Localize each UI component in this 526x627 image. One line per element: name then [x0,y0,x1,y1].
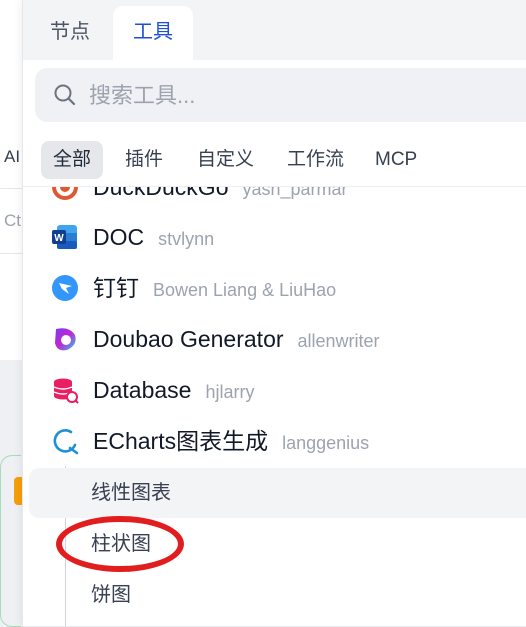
background-text-fragment: Ct [4,211,21,230]
background-divider [0,253,22,254]
filter-workflow[interactable]: 工作流 [275,141,356,179]
search-box[interactable] [35,68,526,122]
tool-item-echarts[interactable]: ECharts图表生成 langgenius [23,416,526,466]
word-doc-icon: W [52,225,77,249]
tool-author: yash_parmar [242,187,348,199]
tool-item-duckduckgo[interactable]: DuckDuckGo yash_parmar [23,187,526,212]
action-bar-chart[interactable]: 柱状图 [29,519,526,569]
tool-item-label: Database hjlarry [93,365,254,415]
panel-tabs: 节点 工具 [23,0,526,60]
background-card: AI Ct [0,0,23,360]
tool-name: DOC [93,224,145,250]
action-label: 线性图表 [91,482,171,504]
tool-list: DuckDuckGo yash_parmar W DOC stvlynn 钉钉 Bow… [23,187,526,626]
echarts-icon [53,429,79,455]
tool-item-database[interactable]: Database hjlarry [23,365,526,415]
duckduckgo-icon [52,187,78,200]
tool-author: stvlynn [158,229,215,249]
tool-item-doubao-generator[interactable]: Doubao Generator allenwriter [23,314,526,364]
tool-item-label: DuckDuckGo yash_parmar [93,187,348,212]
tool-item-label: Doubao Generator allenwriter [93,314,380,364]
filter-mcp[interactable]: MCP [363,141,429,179]
tool-name: ECharts图表生成 [93,428,269,454]
filter-custom[interactable]: 自定义 [185,141,266,179]
tool-item-doc[interactable]: W DOC stvlynn [23,212,526,262]
action-line-chart[interactable]: 线性图表 [29,468,526,518]
dingtalk-icon [52,275,78,301]
tool-item-label: DOC stvlynn [93,212,214,262]
tool-name: 钉钉 [93,275,139,301]
action-label: 饼图 [91,584,131,606]
action-label: 柱状图 [91,533,151,555]
tool-name: Database [93,377,192,403]
tab-tools[interactable]: 工具 [113,6,193,60]
tool-item-dingtalk[interactable]: 钉钉 Bowen Liang & LiuHao [23,263,526,313]
filter-all[interactable]: 全部 [41,141,104,179]
tool-name: DuckDuckGo [93,187,229,200]
tool-author: Bowen Liang & LiuHao [153,280,337,300]
filter-plugins[interactable]: 插件 [113,141,175,179]
background-divider [0,188,22,189]
tool-picker-panel: 节点 工具 全部 插件 自定义 工作流 MCP DuckDuckGo yash_p… [22,0,526,626]
action-pie-chart[interactable]: 饼图 [29,570,526,620]
background-text-fragment: AI [4,147,21,166]
tab-nodes[interactable]: 节点 [37,6,103,60]
doubao-icon [55,328,76,351]
database-icon [53,378,79,404]
search-input[interactable] [87,76,511,116]
tool-author: langgenius [282,433,370,453]
tool-name: Doubao Generator [93,326,284,352]
tool-author: hjlarry [205,382,255,402]
svg-text:W: W [54,233,64,244]
search-icon [54,84,76,106]
tool-item-label: 钉钉 Bowen Liang & LiuHao [93,263,336,313]
tool-item-label: ECharts图表生成 langgenius [93,416,369,466]
tool-author: allenwriter [297,331,380,351]
